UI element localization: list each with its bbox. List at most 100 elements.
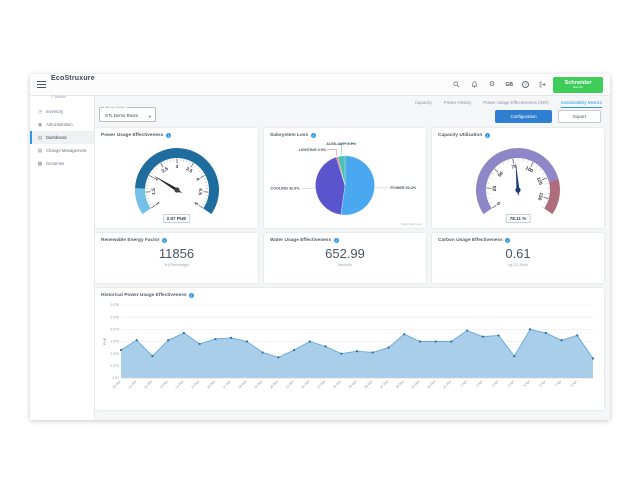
chevron-down-icon: ▾ <box>149 114 151 120</box>
svg-text:150: 150 <box>536 192 544 202</box>
sidebar-item-label: Dashboard <box>46 135 67 140</box>
historical-pue-title: Historical Power Usage Effectiveness <box>101 293 187 298</box>
svg-text:27 Mar: 27 Mar <box>379 379 390 390</box>
app-window: EcoStruxure IT Advisor ⚙ GB ? Schneider … <box>30 74 610 420</box>
change-management-icon: ▤ <box>37 148 43 154</box>
svg-text:12 Mar: 12 Mar <box>143 379 154 390</box>
renewable-title: Renewable Energy Factor <box>101 238 160 243</box>
sidebar-item-dashboard[interactable]: ◍ Dashboard <box>30 131 94 144</box>
bell-icon[interactable] <box>470 80 479 89</box>
energy-system-label: Energy System <box>104 105 127 109</box>
svg-text:2.076: 2.076 <box>111 303 120 307</box>
svg-text:14 Mar: 14 Mar <box>175 379 186 390</box>
carbon-title: Carbon Usage Effectiveness <box>438 238 503 243</box>
svg-text:2.075: 2.075 <box>111 315 120 319</box>
svg-text:17 Mar: 17 Mar <box>222 379 233 390</box>
tab-sustainability-metrics[interactable]: Sustainability Metrics <box>561 100 602 108</box>
water-title: Water Usage Effectiveness <box>270 238 331 243</box>
gear-icon[interactable]: ⚙ <box>488 80 497 89</box>
svg-text:21 Mar: 21 Mar <box>285 379 296 390</box>
sidebar-item-label: Change Management <box>46 148 86 153</box>
svg-text:10 Mar: 10 Mar <box>112 379 123 390</box>
water-unit: liter/kWh <box>264 263 426 267</box>
search-icon[interactable] <box>452 80 461 89</box>
administration-icon: ◉ <box>37 122 43 128</box>
svg-text:AUXILIARY 3.9%: AUXILIARY 3.9% <box>326 142 356 146</box>
svg-text:4.5: 4.5 <box>196 188 202 195</box>
export-button[interactable]: Export <box>558 110 601 123</box>
svg-text:26 Mar: 26 Mar <box>363 379 374 390</box>
logout-icon[interactable] <box>538 80 547 89</box>
svg-text:2 Apr: 2 Apr <box>475 379 484 388</box>
svg-text:LIGHTING 0.9%: LIGHTING 0.9% <box>299 148 327 152</box>
menu-icon[interactable] <box>37 81 46 88</box>
svg-text:11 Mar: 11 Mar <box>128 379 139 390</box>
svg-text:1 Apr: 1 Apr <box>460 379 469 388</box>
svg-text:COOLING 42.9%: COOLING 42.9% <box>270 187 300 191</box>
info-icon[interactable]: i <box>189 293 194 298</box>
sidebar-item-genomes[interactable]: ▦ Genomes <box>30 157 94 170</box>
svg-text:3: 3 <box>175 164 178 170</box>
svg-text:13 Mar: 13 Mar <box>159 379 170 390</box>
energy-system-select[interactable]: Energy System STL Demo Room ▾ <box>99 107 156 122</box>
genomes-icon: ▦ <box>37 161 43 167</box>
renewable-energy-factor-card: Renewable Energy Factori 11856 % (Percen… <box>95 233 258 283</box>
sidebar-item-change-management[interactable]: ▤ Change Management <box>30 144 94 157</box>
svg-text:5: 5 <box>192 200 199 206</box>
water-usage-effectiveness-card: Water Usage Effectivenessi 652.99 liter/… <box>264 233 426 283</box>
language-selector[interactable]: GB <box>506 82 514 88</box>
info-icon[interactable]: i <box>334 238 339 243</box>
capacity-utilization-card: Capacity Utilizationi 0255075100125150 7… <box>432 128 604 228</box>
renewable-unit: % (Percentage) <box>95 263 258 267</box>
svg-text:PUE: PUE <box>103 337 107 345</box>
svg-text:2.072: 2.072 <box>111 352 120 356</box>
info-icon[interactable]: i <box>485 133 490 138</box>
help-icon[interactable]: ? <box>522 81 529 88</box>
capacity-gauge-value: 78.11 % <box>506 214 531 223</box>
svg-text:7 Apr: 7 Apr <box>554 379 563 388</box>
configuration-button[interactable]: Configuration <box>495 110 552 123</box>
svg-text:16 Mar: 16 Mar <box>206 379 217 390</box>
svg-text:20 Mar: 20 Mar <box>269 379 280 390</box>
info-icon[interactable]: i <box>311 133 316 138</box>
sidebar-item-label: Administration <box>46 122 73 127</box>
sidebar-nav: ◷ Inventory ◉ Administration ◍ Dashboard… <box>30 96 95 420</box>
info-icon[interactable]: i <box>505 238 510 243</box>
svg-text:3.5: 3.5 <box>184 166 193 175</box>
svg-text:125: 125 <box>535 176 544 186</box>
sidebar-item-administration[interactable]: ◉ Administration <box>30 118 94 131</box>
tab-power-history[interactable]: Power History <box>444 100 471 108</box>
svg-text:0: 0 <box>496 200 503 206</box>
svg-text:31 Mar: 31 Mar <box>442 379 453 390</box>
svg-text:4 Apr: 4 Apr <box>507 379 516 388</box>
svg-text:24 Mar: 24 Mar <box>332 379 343 390</box>
dashboard-icon: ◍ <box>37 135 43 141</box>
svg-text:1: 1 <box>154 200 161 206</box>
svg-text:100: 100 <box>524 165 534 174</box>
svg-text:2.074: 2.074 <box>111 328 120 332</box>
capacity-gauge-chart: 0255075100125150 <box>443 138 593 220</box>
svg-text:4: 4 <box>194 177 201 182</box>
svg-text:29 Mar: 29 Mar <box>411 379 422 390</box>
carbon-usage-effectiveness-card: Carbon Usage Effectivenessi 0.61 kg CO₂/… <box>432 233 604 283</box>
renewable-value: 11856 <box>95 246 258 261</box>
energy-system-value: STL Demo Room <box>100 108 155 118</box>
historical-pue-card: Historical Power Usage Effectivenessi 2.… <box>95 288 604 410</box>
tab-capacity[interactable]: Capacity <box>415 100 432 108</box>
subsystem-loss-pie-chart: POWER 52.2%COOLING 42.9%LIGHTING 0.9%AUX… <box>265 138 425 223</box>
top-bar: EcoStruxure IT Advisor ⚙ GB ? Schneider … <box>30 74 610 96</box>
sidebar-item-inventory[interactable]: ◷ Inventory <box>30 105 94 118</box>
info-icon[interactable]: i <box>162 238 167 243</box>
pue-card-title: Power Usage Effectiveness <box>101 133 163 138</box>
svg-text:19 Mar: 19 Mar <box>253 379 264 390</box>
svg-text:28 Mar: 28 Mar <box>395 379 406 390</box>
info-icon[interactable]: i <box>166 133 171 138</box>
schneider-electric-logo: Schneider Electric <box>553 77 603 93</box>
tab-pue-gri[interactable]: Power Usage Effectiveness (GRI) <box>483 100 549 108</box>
subsystem-loss-title: Subsystem Loss <box>270 133 308 138</box>
brand-name: EcoStruxure <box>51 75 95 82</box>
pue-gauge-chart: 11.522.533.544.55 <box>102 138 252 220</box>
brand-logo: EcoStruxure IT Advisor <box>51 67 95 102</box>
pue-card: Power Usage Effectivenessi 11.522.533.54… <box>95 128 258 228</box>
svg-text:8 Apr: 8 Apr <box>570 379 579 388</box>
